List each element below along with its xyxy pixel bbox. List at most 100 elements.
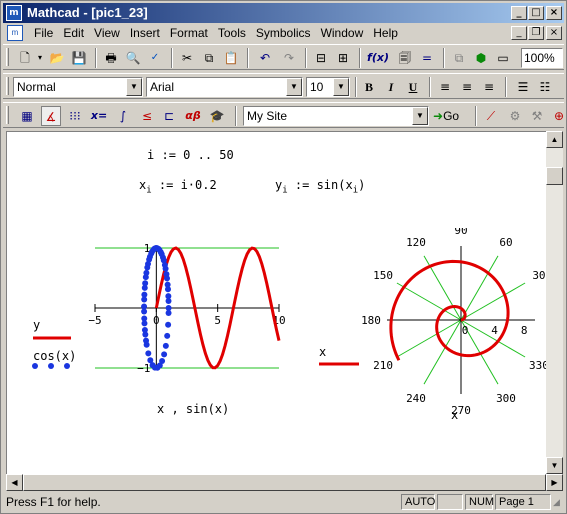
worksheet[interactable]: i := 0 .. 50 xi := i·0.2 yi := sin(xi) −… xyxy=(6,131,546,474)
graph-toolbar-icon[interactable]: ∡ xyxy=(41,106,61,126)
calculate-icon[interactable]: = xyxy=(417,48,437,68)
open-folder-icon[interactable]: 📂 xyxy=(47,48,67,68)
menu-window[interactable]: Window xyxy=(316,26,369,40)
toolbar-grip[interactable] xyxy=(6,48,9,66)
tools-icon[interactable]: ⚒ xyxy=(527,106,547,126)
greek-icon[interactable]: αβ xyxy=(183,106,203,126)
go-button[interactable]: ➜Go xyxy=(433,106,469,126)
menu-symbolics[interactable]: Symbolics xyxy=(251,26,316,40)
horizontal-scroll-thumb[interactable] xyxy=(23,474,546,491)
bold-button[interactable]: B xyxy=(359,77,379,97)
site-select[interactable]: My Site ▼ xyxy=(243,106,429,126)
print-preview-icon[interactable]: 🔍 xyxy=(123,48,143,68)
scroll-left-icon[interactable]: ◀ xyxy=(6,474,23,491)
cut-icon[interactable]: ✂ xyxy=(177,48,197,68)
new-dropdown-icon[interactable]: ▾ xyxy=(35,48,45,68)
zoom-combo[interactable]: 100% xyxy=(521,48,563,68)
standard-toolbar: 🗋 ▾ 📂 💾 🖶 🔍 ✓ ✂ ⧉ 📋 ↶ ↷ ⊟ ⊞ f(x) 🗐 = ⧉ ⬢… xyxy=(3,44,564,70)
underline-button[interactable]: U xyxy=(403,77,423,97)
italic-button[interactable]: I xyxy=(381,77,401,97)
font-select[interactable]: Arial ▼ xyxy=(146,77,303,97)
close-button[interactable]: × xyxy=(546,6,562,20)
polar-plot[interactable]: 0306090120150180210240270300330048x xyxy=(307,228,546,428)
toolbar-separator xyxy=(429,77,431,97)
y-definition[interactable]: yi := sin(xi) xyxy=(275,178,365,195)
scroll-right-icon[interactable]: ▶ xyxy=(546,474,563,491)
menu-tools[interactable]: Tools xyxy=(213,26,251,40)
align-left-icon[interactable]: ≡ xyxy=(435,77,455,97)
spell-check-icon[interactable]: ✓ xyxy=(145,48,165,68)
menu-file[interactable]: File xyxy=(29,26,58,40)
minimize-button[interactable]: _ xyxy=(511,6,527,20)
copy-icon[interactable]: ⧉ xyxy=(199,48,219,68)
chevron-down-icon[interactable]: ▼ xyxy=(286,78,302,96)
boolean-icon[interactable]: ≤ xyxy=(137,106,157,126)
symbolic-icon[interactable]: 🎓 xyxy=(207,106,227,126)
range-definition[interactable]: i := 0 .. 50 xyxy=(147,148,234,162)
polar-angle-label: 300 xyxy=(496,392,516,405)
insert-function-icon[interactable]: f(x) xyxy=(365,48,391,68)
menu-format[interactable]: Format xyxy=(165,26,213,40)
evaluation-icon[interactable]: x= xyxy=(89,106,109,126)
series-cos-point xyxy=(141,291,148,298)
undo-icon[interactable]: ↶ xyxy=(255,48,275,68)
menu-edit[interactable]: Edit xyxy=(58,26,89,40)
series-cos-point xyxy=(164,286,171,293)
chevron-down-icon[interactable]: ▼ xyxy=(126,78,142,96)
align-center-icon[interactable]: ≡ xyxy=(457,77,477,97)
align-down-icon[interactable]: ⊞ xyxy=(333,48,353,68)
font-size-select[interactable]: 10 ▼ xyxy=(306,77,350,97)
numbering-icon[interactable]: ☷ xyxy=(535,77,555,97)
mathcad-app-icon[interactable]: m xyxy=(6,5,22,21)
resize-grip-icon[interactable]: ◢ xyxy=(553,497,560,508)
doc-restore-button[interactable]: ❐ xyxy=(528,26,544,40)
menu-help[interactable]: Help xyxy=(368,26,403,40)
x-definition[interactable]: xi := i·0.2 xyxy=(139,178,217,195)
menu-insert[interactable]: Insert xyxy=(125,26,165,40)
align-across-icon[interactable]: ⊟ xyxy=(311,48,331,68)
resource-center-icon[interactable]: ⬢ xyxy=(471,48,491,68)
series-cos-point xyxy=(145,350,152,357)
doc-minimize-button[interactable]: _ xyxy=(511,26,527,40)
scroll-down-icon[interactable]: ▼ xyxy=(546,457,563,474)
programming-icon[interactable]: ⊏ xyxy=(159,106,179,126)
horizontal-scrollbar[interactable]: ◀ ▶ xyxy=(6,474,563,491)
chevron-down-icon[interactable]: ▼ xyxy=(412,107,428,125)
new-file-icon[interactable]: 🗋 xyxy=(15,48,35,68)
toolbar-separator xyxy=(247,48,249,68)
insert-component-icon[interactable]: ⧉ xyxy=(449,48,469,68)
chart-icon[interactable]: ⟋ xyxy=(481,106,501,126)
insert-unit-icon[interactable]: 🗐 xyxy=(395,48,415,68)
paste-icon[interactable]: 📋 xyxy=(221,48,241,68)
style-select[interactable]: Normal ▼ xyxy=(13,77,143,97)
calculator-icon[interactable]: ▦ xyxy=(17,106,37,126)
zoom-value: 100% xyxy=(524,51,555,65)
series-cos-point xyxy=(165,309,172,316)
polar-radius-label: 8 xyxy=(521,324,528,337)
toolbar-separator xyxy=(355,77,357,97)
toolbar-grip[interactable] xyxy=(6,77,9,95)
calculus-icon[interactable]: ∫ xyxy=(113,106,133,126)
menu-view[interactable]: View xyxy=(89,26,125,40)
vertical-scroll-thumb[interactable] xyxy=(546,167,563,185)
scroll-up-icon[interactable]: ▲ xyxy=(546,131,563,148)
toolbar-separator xyxy=(475,106,477,126)
save-icon[interactable]: 💾 xyxy=(69,48,89,68)
series-cos-point xyxy=(165,298,172,305)
print-icon[interactable]: 🖶 xyxy=(101,48,121,68)
globe-icon[interactable]: ⊕ xyxy=(549,106,567,126)
doc-close-button[interactable]: × xyxy=(546,26,562,40)
gear-icon[interactable]: ⚙ xyxy=(505,106,525,126)
resource-window-icon[interactable]: ▭ xyxy=(493,48,513,68)
redo-icon[interactable]: ↷ xyxy=(279,48,299,68)
bullets-icon[interactable]: ☰ xyxy=(513,77,533,97)
matrix-icon[interactable]: ⁝⁝⁝ xyxy=(65,106,85,126)
document-icon[interactable]: m xyxy=(7,25,23,41)
align-right-icon[interactable]: ≡ xyxy=(479,77,499,97)
vertical-scrollbar[interactable]: ▲ ▼ xyxy=(546,131,563,474)
maximize-button[interactable]: □ xyxy=(528,6,544,20)
chevron-down-icon[interactable]: ▼ xyxy=(333,78,349,96)
toolbar-separator xyxy=(305,48,307,68)
title-bar[interactable]: m Mathcad - [pic1_23] _ □ × xyxy=(3,3,564,23)
toolbar-grip[interactable] xyxy=(6,106,9,124)
